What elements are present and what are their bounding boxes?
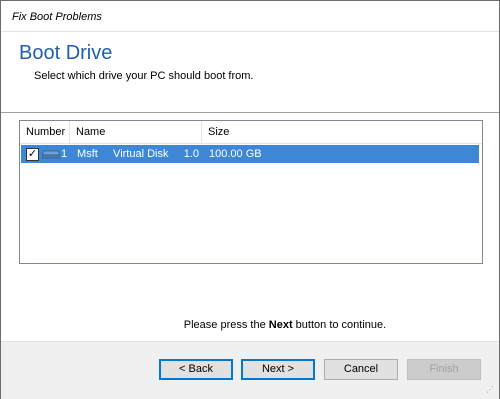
- drive-number: 1: [61, 148, 68, 160]
- content-area: Number Name Size ✓ 1 Msft Virtual Disk 1…: [1, 113, 499, 341]
- next-button[interactable]: Next >: [241, 359, 315, 380]
- drive-icon: [42, 150, 60, 159]
- list-header: Number Name Size: [20, 121, 482, 144]
- drive-size: 100.00 GB: [209, 148, 262, 160]
- header-area: Boot Drive Select which drive your PC sh…: [1, 32, 499, 112]
- instruction-suffix: button to continue.: [292, 319, 387, 331]
- resize-grip-icon[interactable]: ⋰: [486, 385, 496, 395]
- page-subtitle: Select which drive your PC should boot f…: [34, 70, 254, 82]
- drive-list[interactable]: Number Name Size ✓ 1 Msft Virtual Disk 1…: [19, 120, 483, 264]
- instruction-prefix: Please press the: [183, 319, 269, 331]
- column-header-size[interactable]: Size: [202, 121, 482, 143]
- title-bar[interactable]: Fix Boot Problems: [1, 1, 499, 32]
- list-item[interactable]: ✓ 1 Msft Virtual Disk 1.0 100.00 GB: [21, 145, 479, 163]
- column-header-name[interactable]: Name: [70, 121, 202, 143]
- drive-name: Msft Virtual Disk 1.0: [77, 148, 200, 160]
- page-title: Boot Drive: [19, 42, 113, 64]
- instruction-text: Please press the Next button to continue…: [1, 319, 499, 331]
- dialog-window: Fix Boot Problems Boot Drive Select whic…: [0, 0, 500, 399]
- window-title: Fix Boot Problems: [12, 11, 102, 23]
- instruction-emphasis: Next: [268, 319, 293, 331]
- cancel-button[interactable]: Cancel: [324, 359, 398, 380]
- column-header-number[interactable]: Number: [20, 121, 70, 143]
- drive-checkbox[interactable]: ✓: [26, 148, 39, 161]
- back-button[interactable]: < Back: [159, 359, 233, 380]
- finish-button[interactable]: Finish: [407, 359, 481, 380]
